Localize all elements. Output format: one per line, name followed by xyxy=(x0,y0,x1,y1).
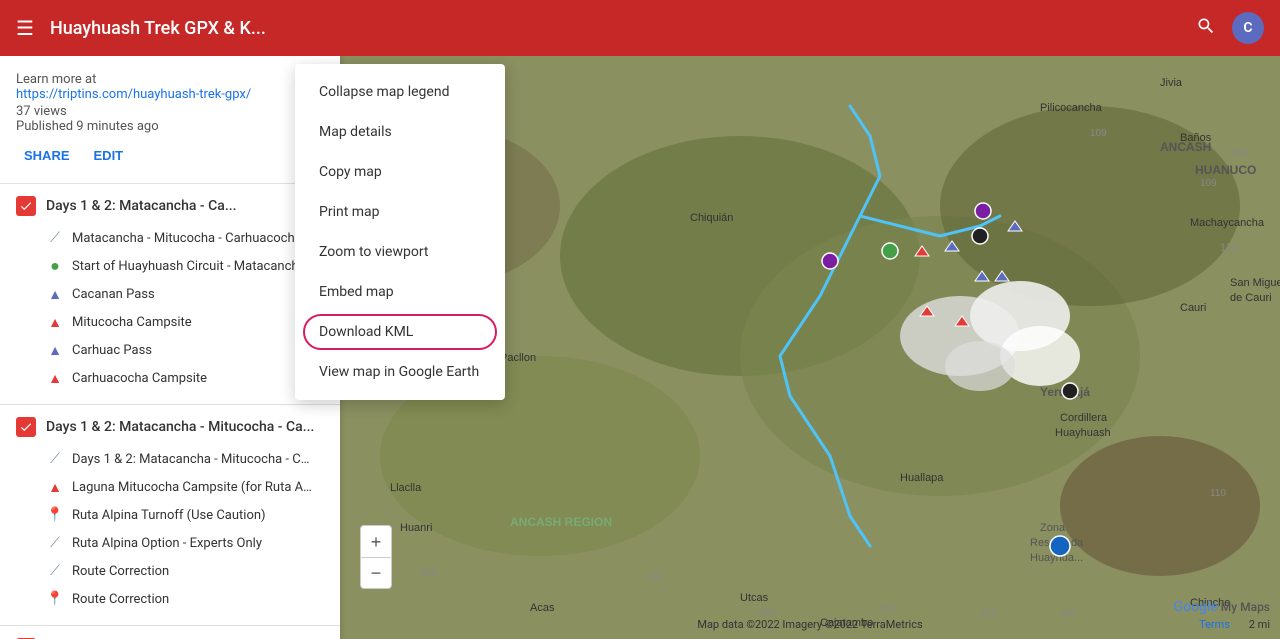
menu-item-copy[interactable]: Copy map xyxy=(295,152,505,192)
dropdown-overlay[interactable]: Collapse map legend Map details Copy map… xyxy=(0,56,1280,639)
app-title: Huayhuash Trek GPX & K... xyxy=(50,18,1180,39)
user-avatar[interactable]: C xyxy=(1232,12,1264,44)
topbar: ☰ Huayhuash Trek GPX & K... C xyxy=(0,0,1280,56)
menu-icon[interactable]: ☰ xyxy=(16,16,34,40)
main-layout: Learn more at https://triptins.com/huayh… xyxy=(0,56,1280,639)
menu-item-embed[interactable]: Embed map xyxy=(295,272,505,312)
menu-item-download-kml[interactable]: Download KML xyxy=(295,312,505,352)
dropdown-menu: Collapse map legend Map details Copy map… xyxy=(295,64,505,400)
menu-item-print[interactable]: Print map xyxy=(295,192,505,232)
menu-item-collapse[interactable]: Collapse map legend xyxy=(295,72,505,112)
search-icon[interactable] xyxy=(1196,16,1216,41)
menu-item-google-earth[interactable]: View map in Google Earth xyxy=(295,352,505,392)
menu-item-details[interactable]: Map details xyxy=(295,112,505,152)
menu-item-zoom[interactable]: Zoom to viewport xyxy=(295,232,505,272)
